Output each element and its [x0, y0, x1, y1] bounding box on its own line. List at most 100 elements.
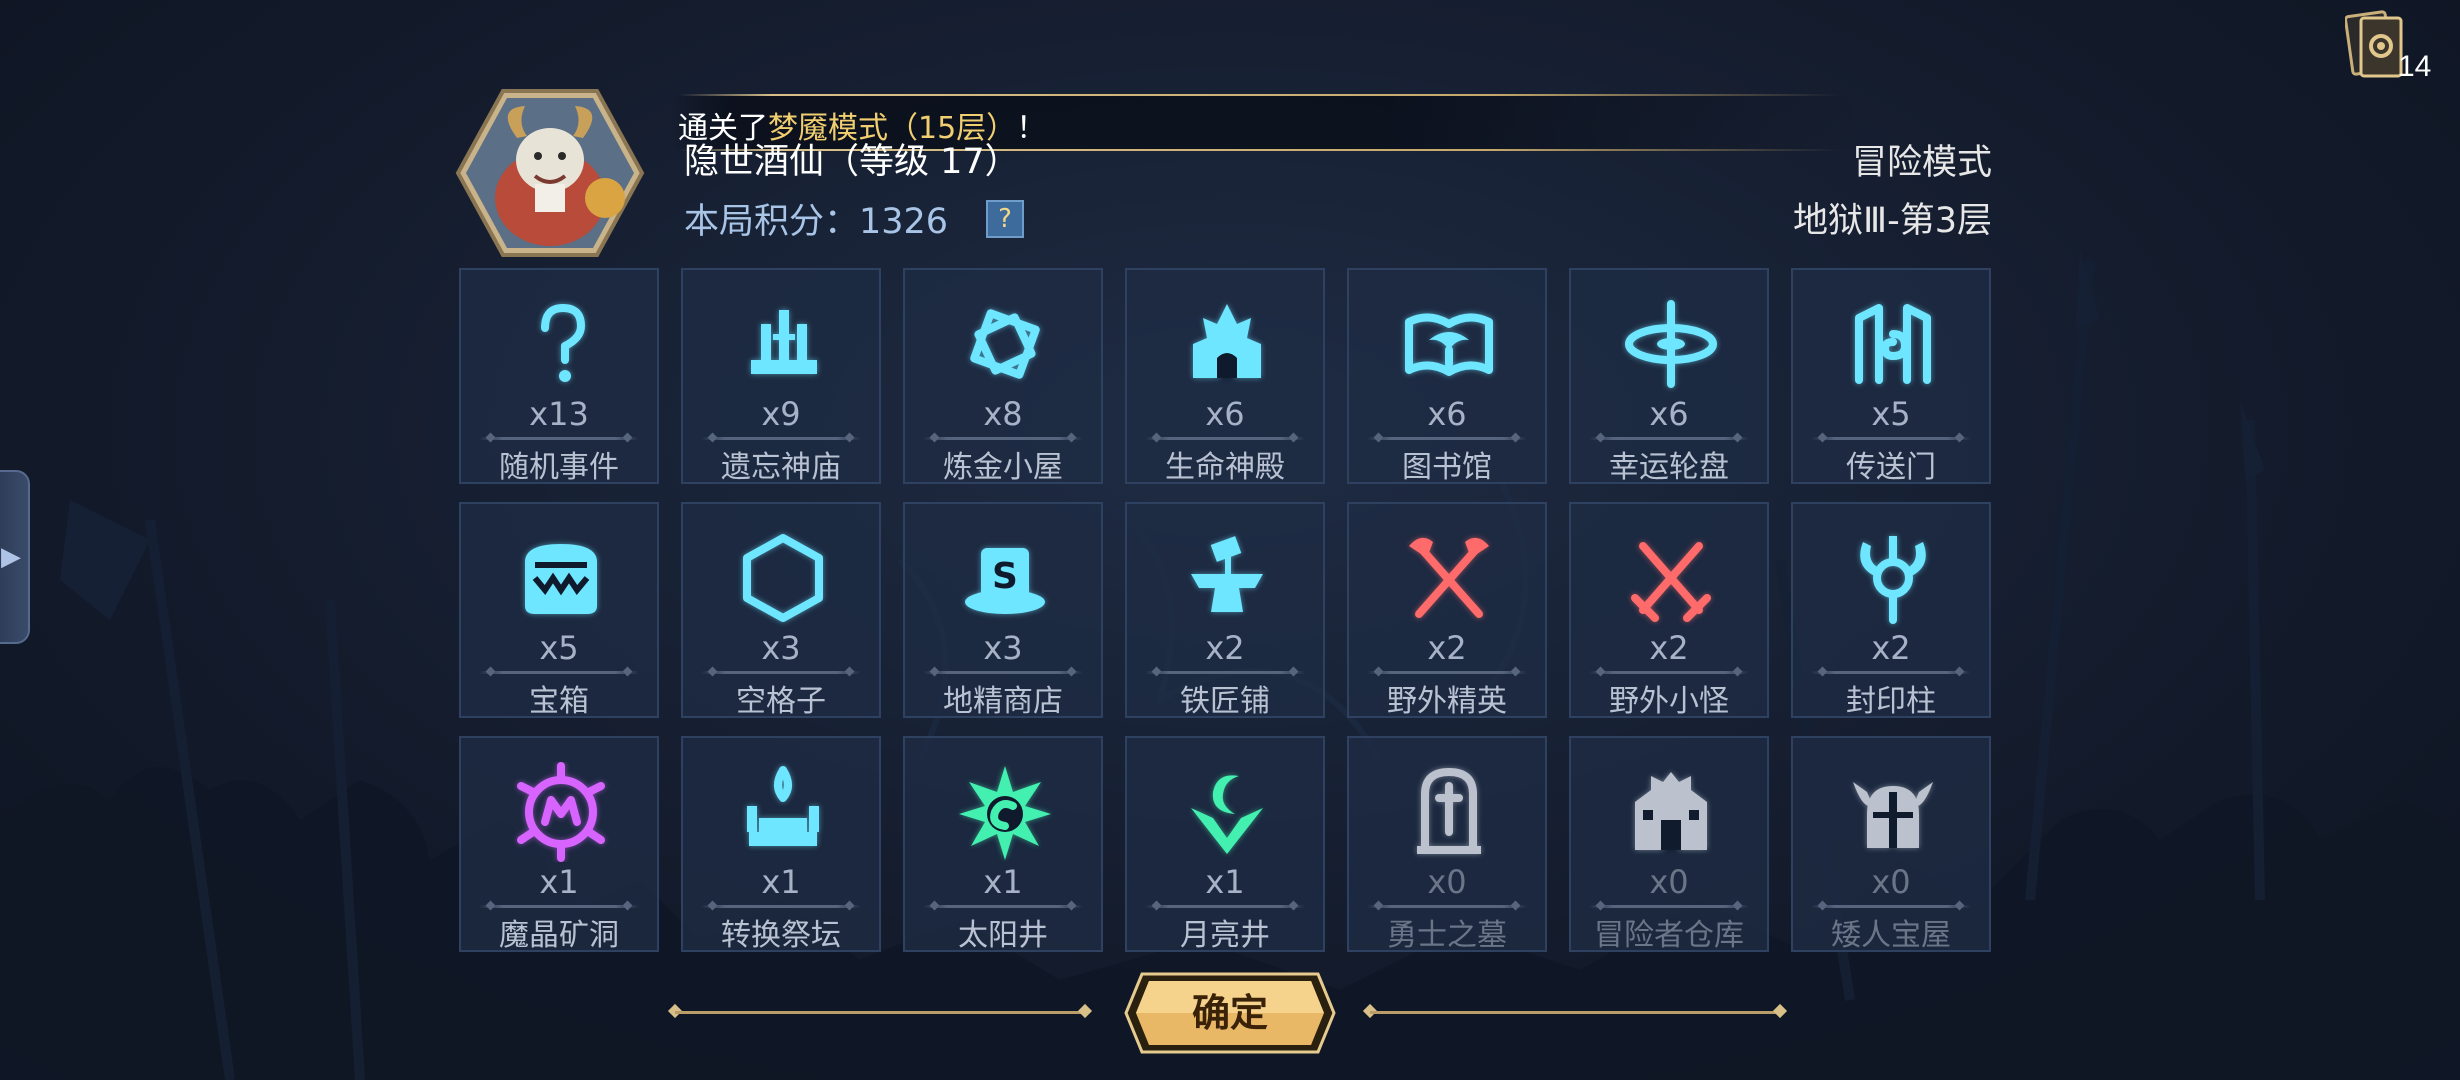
event-stat-cell: x2 铁匠铺 [1125, 502, 1325, 719]
event-stat-cell: x5 宝箱 [459, 502, 659, 719]
score-line: 本局积分：1326 ? [684, 193, 1025, 244]
cell-divider [1811, 437, 1971, 440]
cell-divider [1589, 905, 1749, 908]
floor-label: 地狱Ⅲ-第3层 [1792, 201, 1992, 241]
event-stat-label: 宝箱 [529, 684, 589, 719]
event-stat-label: 月亮井 [1180, 918, 1270, 953]
event-stat-cell: x9 遗忘神庙 [681, 268, 881, 485]
hexagon-icon [733, 528, 833, 628]
confirm-label: 确定 [1191, 991, 1268, 1035]
event-stat-label: 随机事件 [499, 450, 619, 485]
mode-label: 冒险模式 [1851, 143, 1992, 183]
life-shrine-icon [1177, 294, 1277, 394]
event-stat-label: 遗忘神庙 [721, 450, 841, 485]
event-stat-label: 地精商店 [943, 684, 1063, 719]
chevron-right-icon: ▶ [1, 542, 21, 572]
deck-count: 14 [2398, 50, 2432, 83]
event-stat-count: x3 [983, 629, 1023, 667]
cell-divider [1811, 671, 1971, 674]
hero-name: 隐世酒仙（等级 17） [684, 142, 1020, 182]
event-stat-label: 魔晶矿洞 [499, 918, 619, 953]
event-stat-count: x0 [1871, 863, 1911, 901]
event-stat-cell: x2 野外精英 [1347, 502, 1547, 719]
event-stat-label: 冒险者仓库 [1594, 918, 1744, 953]
question-icon [511, 294, 611, 394]
event-stat-count: x8 [983, 395, 1023, 433]
crossed-axes-icon [1399, 528, 1499, 628]
tombstone-icon [1399, 762, 1499, 862]
event-stat-count: x2 [1871, 629, 1911, 667]
cell-divider [923, 671, 1083, 674]
event-stat-label: 封印柱 [1846, 684, 1936, 719]
event-stat-label: 太阳井 [958, 918, 1048, 953]
event-stat-label: 生命神殿 [1165, 450, 1285, 485]
event-stat-grid: x13 随机事件 x9 遗忘神庙 x8 炼金小屋 x6 生命神殿 x6 图书馆 x6 幸运轮盘 x5 传送… [459, 268, 1996, 953]
event-stat-cell: x0 勇士之墓 [1347, 736, 1547, 953]
footer-line-right [1370, 1011, 1780, 1014]
event-stat-count: x1 [1205, 863, 1245, 901]
cell-divider [1589, 437, 1749, 440]
cell-divider [1145, 437, 1305, 440]
event-stat-label: 野外小怪 [1609, 684, 1729, 719]
event-stat-count: x13 [529, 395, 589, 433]
cell-divider [923, 905, 1083, 908]
event-stat-cell: x0 冒险者仓库 [1569, 736, 1769, 953]
event-stat-label: 转换祭坛 [721, 918, 841, 953]
moon-icon [1177, 762, 1277, 862]
altar-icon [733, 762, 833, 862]
event-stat-label: 图书馆 [1402, 450, 1492, 485]
cell-divider [923, 437, 1083, 440]
svg-text:S: S [992, 556, 1018, 597]
book-icon [1399, 294, 1499, 394]
sun-icon [955, 762, 1055, 862]
warehouse-icon [1621, 762, 1721, 862]
cell-divider [1367, 437, 1527, 440]
event-stat-cell: x6 幸运轮盘 [1569, 268, 1769, 485]
confirm-button[interactable]: 确定 [1112, 972, 1348, 1054]
cell-divider [479, 905, 639, 908]
crossed-swords-icon [1621, 528, 1721, 628]
event-stat-count: x5 [1871, 395, 1911, 433]
cell-divider [701, 671, 861, 674]
event-stat-count: x6 [1427, 395, 1467, 433]
score-label: 本局积分：1326 [684, 202, 949, 242]
event-stat-cell: x5 传送门 [1791, 268, 1991, 485]
banner-suffix: ！ [1016, 111, 1047, 146]
cell-divider [479, 437, 639, 440]
side-expand-tab[interactable]: ▶ [0, 470, 30, 644]
event-stat-count: x2 [1427, 629, 1467, 667]
event-stat-count: x1 [761, 863, 801, 901]
event-stat-label: 铁匠铺 [1180, 684, 1270, 719]
banner-top-line [680, 94, 1840, 96]
event-stat-label: 矮人宝屋 [1831, 918, 1951, 953]
event-stat-count: x0 [1649, 863, 1689, 901]
crystal-mine-icon [511, 762, 611, 862]
footer-line-left [675, 1011, 1085, 1014]
cell-divider [1367, 671, 1527, 674]
event-stat-cell: x6 图书馆 [1347, 268, 1547, 485]
dwarf-helmet-icon [1843, 762, 1943, 862]
goblin-shop-icon: SS [955, 528, 1055, 628]
cell-divider [701, 905, 861, 908]
event-stat-label: 幸运轮盘 [1609, 450, 1729, 485]
event-stat-label: 炼金小屋 [943, 450, 1063, 485]
event-stat-cell: x1 太阳井 [903, 736, 1103, 953]
event-stat-cell: x1 转换祭坛 [681, 736, 881, 953]
footer-ornament-dot [1772, 1003, 1788, 1019]
cell-divider [701, 437, 861, 440]
event-stat-count: x2 [1649, 629, 1689, 667]
alchemy-icon [955, 294, 1055, 394]
cell-divider [1367, 905, 1527, 908]
event-stat-count: x6 [1205, 395, 1245, 433]
event-stat-cell: x6 生命神殿 [1125, 268, 1325, 485]
hero-avatar [455, 89, 645, 257]
cell-divider [1589, 671, 1749, 674]
event-stat-count: x0 [1427, 863, 1467, 901]
event-stat-cell: x1 魔晶矿洞 [459, 736, 659, 953]
cell-divider [1811, 905, 1971, 908]
cell-divider [1145, 905, 1305, 908]
event-stat-count: x3 [761, 629, 801, 667]
event-stat-count: x9 [761, 395, 801, 433]
event-stat-cell: x2 封印柱 [1791, 502, 1991, 719]
score-help-button[interactable]: ? [986, 199, 1025, 238]
